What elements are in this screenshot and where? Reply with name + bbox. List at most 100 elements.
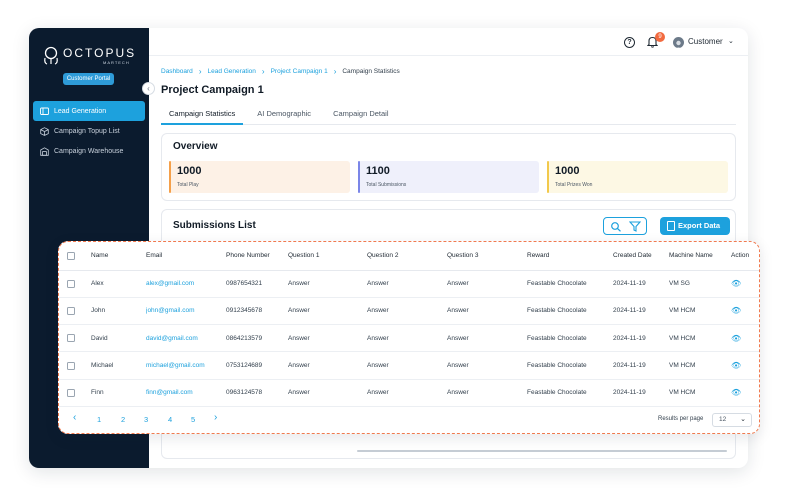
row-select-cell (59, 270, 91, 298)
stat-label: Total Submissions (366, 182, 407, 188)
octopus-logo-icon (44, 46, 58, 65)
brand-subtitle: MARTECH (103, 60, 130, 65)
stat-total-submissions: 1100 Total Submissions (358, 161, 539, 193)
table-row: John john@gmail.com 0912345678 Answer An… (59, 297, 759, 326)
select-all-cell (59, 242, 91, 271)
chevron-right-icon[interactable]: › (214, 412, 217, 423)
cell-action: 👁 (731, 270, 759, 298)
cell-email-link[interactable]: alex@gmail.com (146, 270, 226, 298)
cell-created-date: 2024-11-19 (613, 351, 669, 380)
column-header-phone: Phone Number (226, 242, 288, 271)
breadcrumb-item-project-campaign[interactable]: Project Campaign 1 (271, 68, 328, 75)
chevron-right-icon: › (198, 67, 202, 76)
view-eye-icon[interactable]: 👁 (731, 279, 741, 288)
cell-email-link[interactable]: john@gmail.com (146, 297, 226, 326)
cell-name: Finn (91, 379, 146, 407)
page-button-1[interactable]: 1 (97, 415, 101, 424)
view-eye-icon[interactable]: 👁 (731, 361, 741, 370)
cell-question-1: Answer (288, 324, 367, 353)
select-all-checkbox[interactable] (67, 251, 75, 260)
warehouse-icon (40, 146, 49, 156)
table-row: David david@gmail.com 0864213579 Answer … (59, 324, 759, 353)
cell-created-date: 2024-11-19 (613, 297, 669, 326)
filter-icon[interactable] (629, 221, 641, 232)
cell-action: 👁 (731, 297, 759, 326)
tab-campaign-statistics[interactable]: Campaign Statistics (161, 107, 244, 125)
page-button-4[interactable]: 4 (168, 415, 172, 424)
avatar[interactable] (673, 37, 684, 48)
page-button-5[interactable]: 5 (191, 415, 195, 424)
help-icon[interactable]: ? (624, 37, 635, 48)
cell-phone: 0987654321 (226, 270, 288, 298)
tab-ai-demographic[interactable]: AI Demographic (249, 107, 319, 125)
stat-accent-bar (358, 161, 360, 193)
chevron-down-icon: ⌄ (740, 416, 746, 423)
sidebar-collapse-button[interactable]: ‹ (142, 82, 155, 95)
row-checkbox[interactable] (67, 361, 75, 370)
row-checkbox[interactable] (67, 388, 75, 397)
cell-created-date: 2024-11-19 (613, 270, 669, 298)
cell-phone: 0753124689 (226, 351, 288, 380)
column-header-email: Email (146, 242, 226, 271)
view-eye-icon[interactable]: 👁 (731, 306, 741, 315)
stat-accent-bar (169, 161, 171, 193)
table-tools (603, 217, 647, 235)
cell-email-link[interactable]: finn@gmail.com (146, 379, 226, 407)
cell-email-link[interactable]: michael@gmail.com (146, 351, 226, 380)
view-eye-icon[interactable]: 👁 (731, 388, 741, 397)
user-menu-label[interactable]: Customer (688, 37, 723, 46)
pagination: ‹ 1 2 3 4 5 › Results per page 12 ⌄ (71, 412, 752, 429)
tab-campaign-detail[interactable]: Campaign Detail (325, 107, 396, 125)
row-checkbox[interactable] (67, 279, 75, 288)
cell-reward: Feastable Chocolate (527, 297, 613, 326)
results-per-page-select[interactable]: 12 ⌄ (712, 413, 752, 427)
stat-label: Total Prizes Won (555, 182, 593, 188)
cell-phone: 0912345678 (226, 297, 288, 326)
document-icon (667, 221, 675, 231)
sidebar-item-lead-generation[interactable]: Lead Generation (33, 101, 145, 121)
table-header-row: Name Email Phone Number Question 1 Quest… (59, 242, 759, 271)
column-header-question-3: Question 3 (447, 242, 527, 271)
sidebar-item-campaign-topup-list[interactable]: Campaign Topup List (33, 121, 145, 141)
horizontal-scrollbar[interactable] (357, 450, 727, 452)
row-select-cell (59, 351, 91, 380)
table-row: Finn finn@gmail.com 0963124578 Answer An… (59, 379, 759, 407)
table-row: Alex alex@gmail.com 0987654321 Answer An… (59, 270, 759, 298)
row-checkbox[interactable] (67, 334, 75, 343)
sidebar-item-campaign-warehouse[interactable]: Campaign Warehouse (33, 141, 145, 161)
breadcrumb-item-lead-generation[interactable]: Lead Generation (207, 68, 255, 75)
page-button-3[interactable]: 3 (144, 415, 148, 424)
results-per-page-value: 12 (719, 416, 727, 423)
top-bar: ? 9 Customer ⌄ (149, 28, 748, 56)
sidebar-item-label: Lead Generation (54, 107, 107, 115)
export-data-button[interactable]: Export Data (660, 217, 730, 235)
cell-question-2: Answer (367, 324, 447, 353)
column-header-question-2: Question 2 (367, 242, 447, 271)
cell-question-1: Answer (288, 270, 367, 298)
sidebar-nav: Lead Generation Campaign Topup List Camp… (33, 101, 145, 161)
cell-question-3: Answer (447, 379, 527, 407)
chevron-left-icon[interactable]: ‹ (73, 412, 76, 423)
cell-machine-name: VM HCM (669, 297, 731, 326)
stat-value: 1100 (366, 165, 390, 177)
cell-reward: Feastable Chocolate (527, 270, 613, 298)
brand-name: OCTOPUS (63, 46, 137, 60)
cell-name: David (91, 324, 146, 353)
cell-question-3: Answer (447, 297, 527, 326)
cell-machine-name: VM HCM (669, 351, 731, 380)
cell-email-link[interactable]: david@gmail.com (146, 324, 226, 353)
row-checkbox[interactable] (67, 306, 75, 315)
cell-reward: Feastable Chocolate (527, 324, 613, 353)
breadcrumb-item-dashboard[interactable]: Dashboard (161, 68, 193, 75)
submissions-title: Submissions List (173, 220, 256, 231)
cell-machine-name: VM HCM (669, 324, 731, 353)
cell-name: John (91, 297, 146, 326)
search-icon[interactable] (610, 221, 622, 232)
page-button-2[interactable]: 2 (121, 415, 125, 424)
column-header-name: Name (91, 242, 146, 271)
column-header-action: Action (731, 242, 759, 271)
chevron-down-icon[interactable]: ⌄ (728, 37, 734, 45)
cell-question-2: Answer (367, 270, 447, 298)
cell-action: 👁 (731, 324, 759, 353)
view-eye-icon[interactable]: 👁 (731, 334, 741, 343)
